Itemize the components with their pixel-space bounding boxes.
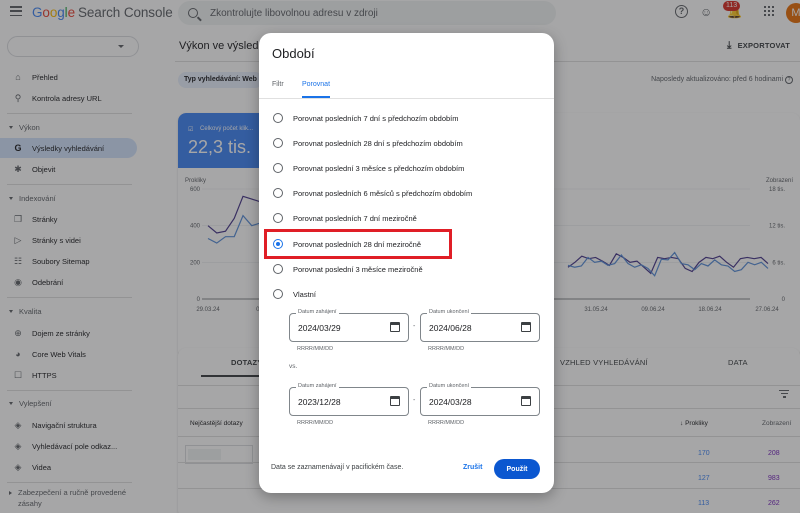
range-separator: - xyxy=(413,397,416,404)
field-label: Datum zahájení xyxy=(296,383,339,389)
radio-button[interactable] xyxy=(273,113,283,123)
calendar-icon[interactable] xyxy=(390,396,400,406)
field-label: Datum ukončení xyxy=(427,309,472,315)
option-last-3-months-vs-previous[interactable]: Porovnat poslední 3 měsíce s předchozím … xyxy=(273,161,464,175)
field-value: 2024/03/29 xyxy=(298,323,341,333)
option-last-7-days-vs-previous[interactable]: Porovnat posledních 7 dní s předchozím o… xyxy=(273,111,459,125)
option-last-28-days-vs-previous[interactable]: Porovnat posledních 28 dní s předchozím … xyxy=(273,136,463,150)
radio-button[interactable] xyxy=(273,188,283,198)
option-label: Porovnat posledních 7 dní s předchozím o… xyxy=(293,113,459,123)
option-label: Porovnat posledních 7 dní meziročně xyxy=(293,213,417,223)
date-format-hint: RRRR/MM/DD xyxy=(297,346,334,352)
range2-end-date-field[interactable]: Datum ukončení 2024/03/28 xyxy=(420,383,540,416)
tab-compare[interactable]: Porovnat xyxy=(302,81,331,98)
date-format-hint: RRRR/MM/DD xyxy=(428,346,465,352)
option-last-6-months-vs-previous[interactable]: Porovnat posledních 6 měsíců s předchozí… xyxy=(273,186,472,200)
calendar-icon[interactable] xyxy=(521,396,531,406)
range2-start-date-field[interactable]: Datum zahájení 2023/12/28 xyxy=(289,383,409,416)
radio-button[interactable] xyxy=(273,213,283,223)
option-label: Porovnat poslední 3 měsíce meziročně xyxy=(293,264,423,274)
radio-button[interactable] xyxy=(273,289,283,299)
cancel-button[interactable]: Zrušit xyxy=(463,464,482,471)
radio-button[interactable] xyxy=(273,138,283,148)
date-range-dialog: Období Filtr Porovnat Porovnat posledníc… xyxy=(259,33,554,493)
range-separator: - xyxy=(413,323,416,330)
field-label: Datum zahájení xyxy=(296,309,339,315)
calendar-icon[interactable] xyxy=(521,322,531,332)
option-label: Vlastní xyxy=(293,289,316,299)
radio-button[interactable] xyxy=(273,264,283,274)
field-label: Datum ukončení xyxy=(427,383,472,389)
option-label: Porovnat posledních 28 dní s předchozím … xyxy=(293,138,463,148)
field-value: 2024/03/28 xyxy=(429,397,472,407)
option-last-7-days-yoy[interactable]: Porovnat posledních 7 dní meziročně xyxy=(273,211,417,225)
field-value: 2023/12/28 xyxy=(298,397,341,407)
tab-filter[interactable]: Filtr xyxy=(272,81,284,88)
radio-button[interactable] xyxy=(273,163,283,173)
option-label: Porovnat posledních 6 měsíců s předchozí… xyxy=(293,188,473,198)
date-format-hint: RRRR/MM/DD xyxy=(297,420,334,426)
calendar-icon[interactable] xyxy=(390,322,400,332)
field-value: 2024/06/28 xyxy=(429,323,472,333)
timezone-note: Data se zaznamenávají v pacifickém čase. xyxy=(271,464,404,471)
option-label: Porovnat poslední 3 měsíce s předchozím … xyxy=(293,163,465,173)
dialog-title: Období xyxy=(272,46,315,61)
option-last-3-months-yoy[interactable]: Porovnat poslední 3 měsíce meziročně xyxy=(273,262,423,276)
vs-label: vs. xyxy=(289,363,298,370)
range1-end-date-field[interactable]: Datum ukončení 2024/06/28 xyxy=(420,309,540,342)
apply-button[interactable]: Použít xyxy=(494,459,540,479)
divider xyxy=(259,98,554,99)
date-format-hint: RRRR/MM/DD xyxy=(428,420,465,426)
option-custom[interactable]: Vlastní xyxy=(273,287,316,301)
highlight-annotation-box xyxy=(264,229,452,259)
range1-start-date-field[interactable]: Datum zahájení 2024/03/29 xyxy=(289,309,409,342)
